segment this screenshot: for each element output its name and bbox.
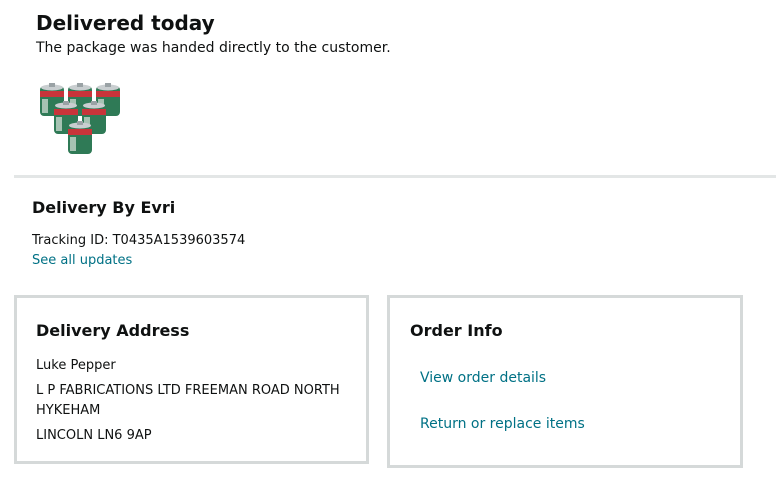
tracking-id: Tracking ID: T0435A1539603574	[32, 233, 246, 248]
return-or-replace-link[interactable]: Return or replace items	[420, 416, 585, 432]
order-info-title: Order Info	[410, 321, 503, 340]
delivery-status-title: Delivered today	[36, 11, 215, 35]
gas-canister-cluster-image	[40, 83, 120, 154]
view-order-details-link[interactable]: View order details	[420, 370, 546, 386]
product-thumbnail[interactable]	[38, 78, 130, 158]
delivery-address-title: Delivery Address	[36, 321, 190, 340]
carrier-title: Delivery By Evri	[32, 198, 176, 217]
address-street: L P FABRICATIONS LTD FREEMAN ROAD NORTH …	[36, 383, 340, 418]
section-divider	[14, 175, 776, 178]
delivery-status-subtitle: The package was handed directly to the c…	[36, 40, 391, 56]
address-name: Luke Pepper	[36, 358, 116, 373]
order-info-card: Order Info View order details Return or …	[387, 295, 743, 468]
delivery-address-card: Delivery Address Luke Pepper L P FABRICA…	[14, 295, 369, 464]
address-city: LINCOLN LN6 9AP	[36, 428, 152, 443]
see-all-updates-link[interactable]: See all updates	[32, 253, 132, 268]
